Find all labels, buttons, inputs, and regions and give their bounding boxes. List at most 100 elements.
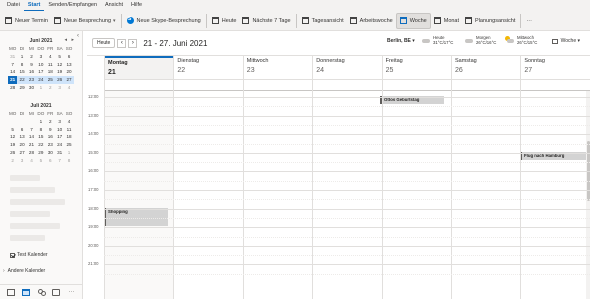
calendar-icon[interactable] <box>21 288 30 296</box>
new-meeting-button[interactable]: Neue Besprechung ▾ <box>51 13 119 29</box>
more-options-button[interactable]: ··· <box>523 13 535 29</box>
mini-calendar-day[interactable]: 3 <box>36 53 45 61</box>
mini-calendar-day[interactable]: 4 <box>64 118 73 126</box>
new-appointment-button[interactable]: Neuer Termin <box>2 13 51 29</box>
collapse-pane-icon[interactable]: ‹ <box>77 33 79 39</box>
previous-week-button[interactable]: ‹ <box>117 38 127 48</box>
mini-calendar-day[interactable]: 12 <box>8 133 17 141</box>
chevron-down-icon[interactable]: ▾ <box>113 18 116 24</box>
mini-calendar-day[interactable]: 11 <box>46 61 55 69</box>
mini-calendar-day[interactable]: 29 <box>36 149 45 157</box>
work-week-button[interactable]: Arbeitswoche <box>347 13 396 29</box>
menu-help[interactable]: Hilfe <box>127 0 146 11</box>
day-header[interactable]: Samstag 26 <box>451 56 520 79</box>
weather-today[interactable]: Heute 31°C/17°C <box>421 35 453 45</box>
mini-calendar-day[interactable]: 17 <box>55 133 64 141</box>
mini-calendar-day[interactable]: 20 <box>64 68 73 76</box>
mini-calendar-day[interactable]: 24 <box>36 76 46 84</box>
mini-calendar-day[interactable]: 24 <box>55 141 64 149</box>
new-skype-meeting-button[interactable]: Neue Skype-Besprechung <box>124 13 204 29</box>
mini-calendar-day[interactable]: 2 <box>46 118 55 126</box>
mini-calendar-day[interactable]: 27 <box>17 149 26 157</box>
mini-calendar-day[interactable]: 19 <box>8 141 17 149</box>
mini-calendar-day[interactable]: 15 <box>17 68 26 76</box>
mini-calendar-day[interactable]: 1 <box>36 118 45 126</box>
mini-calendar-day[interactable]: 2 <box>46 84 55 92</box>
mini-calendar-day[interactable]: 16 <box>27 68 36 76</box>
mini-calendar-day[interactable]: 4 <box>27 157 36 165</box>
people-icon[interactable] <box>37 288 46 296</box>
mini-calendar-day[interactable]: 10 <box>55 126 64 134</box>
mini-calendar-day[interactable]: 29 <box>17 84 26 92</box>
menu-start[interactable]: Start <box>23 0 45 11</box>
mini-calendar-day[interactable]: 23 <box>46 141 55 149</box>
day-view-button[interactable]: Tagesansicht <box>299 13 347 29</box>
mini-calendar-day[interactable]: 4 <box>64 84 73 92</box>
mini-calendar-day[interactable]: 5 <box>8 126 17 134</box>
mini-calendar-day[interactable]: 30 <box>27 84 36 92</box>
mini-calendar-day[interactable]: 30 <box>46 149 55 157</box>
previous-month-icon[interactable]: ◂ <box>64 37 67 43</box>
mini-calendar-day[interactable]: 22 <box>36 141 45 149</box>
today-ribbon-button[interactable]: Heute <box>209 13 240 29</box>
mini-calendar-day[interactable]: 17 <box>36 68 45 76</box>
tasks-icon[interactable] <box>52 288 61 296</box>
weather-location[interactable]: Berlin, BE ▾ <box>387 38 415 44</box>
mini-calendar-day[interactable]: 14 <box>27 133 36 141</box>
mini-calendar-day[interactable]: 31 <box>8 53 17 61</box>
more-icon[interactable]: ··· <box>67 289 75 296</box>
mini-calendar-day[interactable]: 1 <box>36 84 45 92</box>
day-header[interactable]: Dienstag 22 <box>173 56 242 79</box>
mini-calendar-day[interactable]: 18 <box>64 133 73 141</box>
mini-calendar-day[interactable]: 1 <box>17 53 26 61</box>
chevron-right-icon[interactable]: › <box>3 268 5 274</box>
checkbox-icon[interactable] <box>10 252 15 258</box>
day-header[interactable]: Sonntag 27 <box>520 56 589 79</box>
mini-calendar-day[interactable]: 3 <box>17 157 26 165</box>
mini-calendar-day[interactable]: 18 <box>46 68 55 76</box>
mini-calendar-day[interactable]: 25 <box>45 76 55 84</box>
calendar-checkbox-test[interactable]: Test Kalender <box>10 252 48 258</box>
weather-wednesday[interactable]: Mittwoch 26°C/15°C <box>505 35 537 45</box>
mini-calendar-day[interactable]: 7 <box>55 157 64 165</box>
mini-calendar-day[interactable]: 9 <box>27 61 36 69</box>
mini-calendar-day[interactable]: 13 <box>17 133 26 141</box>
mini-calendar-day[interactable]: 28 <box>27 149 36 157</box>
other-calendars-group[interactable]: › Andere Kalender <box>3 268 45 274</box>
menu-view[interactable]: Ansicht <box>101 0 127 11</box>
view-selector[interactable]: Woche ▾ <box>551 38 580 44</box>
mini-calendar-day[interactable]: 14 <box>8 68 17 76</box>
mini-calendar-day[interactable]: 15 <box>36 133 45 141</box>
mini-calendar-day[interactable]: 12 <box>55 61 64 69</box>
mail-icon[interactable] <box>6 288 15 296</box>
day-header[interactable]: Mittwoch 23 <box>242 56 312 79</box>
mini-calendar-day[interactable]: 2 <box>8 157 17 165</box>
mini-calendar-day[interactable]: 20 <box>17 141 26 149</box>
mini-calendar-day[interactable]: 6 <box>17 126 26 134</box>
mini-calendar-day[interactable]: 7 <box>27 126 36 134</box>
week-view-button[interactable]: Woche <box>395 12 431 29</box>
mini-calendar-day[interactable]: 2 <box>27 53 36 61</box>
mini-calendar-day[interactable]: 8 <box>17 61 26 69</box>
mini-calendar-day[interactable]: 8 <box>64 157 73 165</box>
mini-calendar-day[interactable]: 16 <box>46 133 55 141</box>
mini-calendar-day[interactable]: 6 <box>64 53 73 61</box>
mini-calendar-day[interactable]: 26 <box>8 149 17 157</box>
mini-calendar-day[interactable]: 28 <box>8 84 17 92</box>
go-to-today-button[interactable]: Heute <box>92 38 116 48</box>
day-header[interactable]: Donnerstag 24 <box>312 56 381 79</box>
mini-calendar-day[interactable]: 22 <box>17 76 27 84</box>
mini-calendar-day[interactable]: 1 <box>64 149 73 157</box>
mini-calendar-day[interactable]: 21 <box>27 141 36 149</box>
mini-calendar-day[interactable]: 8 <box>36 126 45 134</box>
weather-tomorrow[interactable]: Morgen 26°C/16°C <box>464 35 496 45</box>
vertical-scrollbar[interactable] <box>586 91 590 299</box>
day-header[interactable]: Montag 21 <box>104 56 174 79</box>
mini-calendar-day[interactable]: 23 <box>26 76 37 84</box>
mini-calendar-day[interactable]: 3 <box>55 84 64 92</box>
mini-calendar-day[interactable]: 10 <box>36 61 45 69</box>
month-view-button[interactable]: Monat <box>431 13 462 29</box>
mini-calendar-day[interactable]: 27 <box>64 76 74 84</box>
menu-send-receive[interactable]: Senden/Empfangen <box>44 0 101 11</box>
mini-calendar-day[interactable]: 6 <box>46 157 55 165</box>
